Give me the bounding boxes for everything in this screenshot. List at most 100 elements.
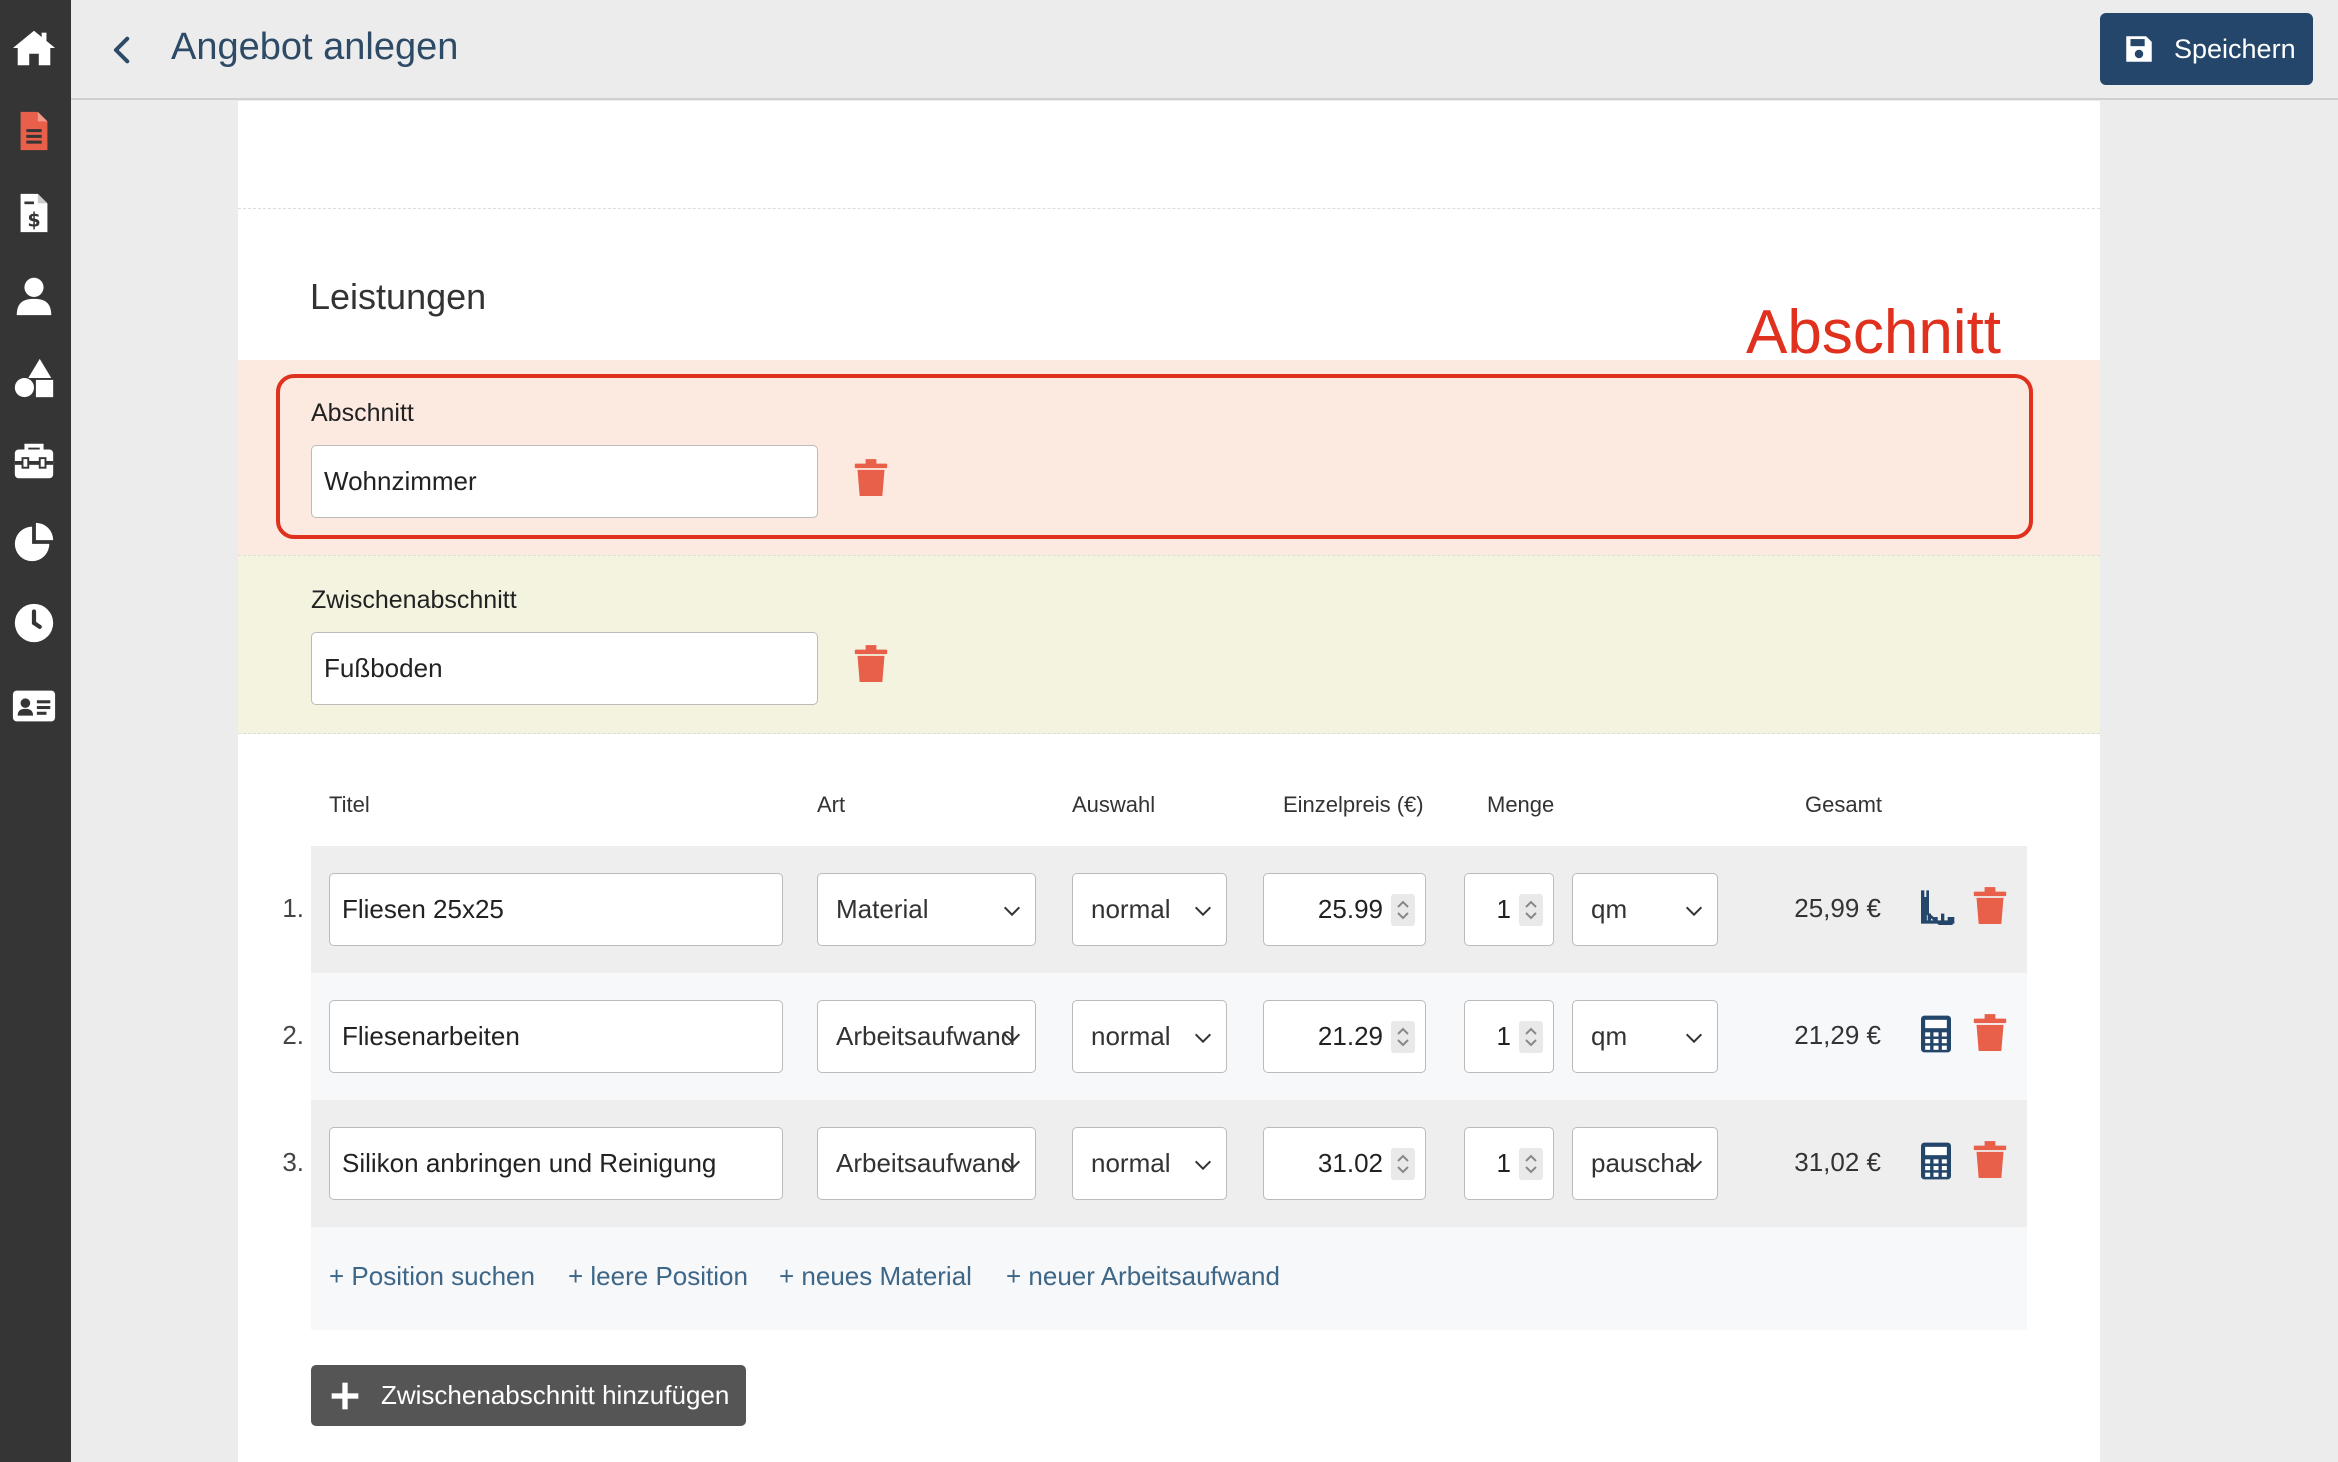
auswahl-select[interactable]: normal: [1072, 1127, 1227, 1200]
row-number: 3.: [282, 1147, 304, 1177]
top-header: Angebot anlegen Speichern: [71, 0, 2338, 100]
einzelpreis-input[interactable]: 25.99: [1263, 873, 1426, 946]
menge-input[interactable]: 1: [1464, 1000, 1554, 1073]
number-spinner[interactable]: [1391, 1148, 1415, 1180]
number-spinner[interactable]: [1519, 1021, 1543, 1053]
einzelpreis-value: 21.29: [1317, 1021, 1383, 1051]
auswahl-select-value: normal: [1091, 894, 1171, 924]
row-total: 31,02 €: [1794, 1147, 1881, 1177]
trash-icon[interactable]: [1972, 886, 2008, 926]
section-title: Leistungen: [310, 276, 487, 317]
divider: [238, 208, 2100, 209]
column-header-art: Art: [817, 792, 846, 817]
new-labor-link[interactable]: + neuer Arbeitsaufwand: [1006, 1261, 1280, 1292]
home-icon[interactable]: [8, 22, 60, 74]
einzelpreis-value: 31.02: [1317, 1148, 1383, 1178]
column-header-titel: Titel: [329, 792, 370, 817]
invoice-icon[interactable]: $: [8, 187, 60, 239]
auswahl-select-value: normal: [1091, 1021, 1171, 1051]
row-total: 25,99 €: [1794, 893, 1881, 923]
menge-value: 1: [1496, 1021, 1511, 1051]
menge-value: 1: [1496, 1148, 1511, 1178]
pie-chart-icon[interactable]: [8, 516, 60, 568]
back-button[interactable]: [99, 26, 147, 74]
trash-icon[interactable]: [1972, 1013, 2008, 1053]
row-number: 1.: [282, 893, 304, 923]
sidebar: $: [0, 0, 71, 1462]
number-spinner[interactable]: [1391, 1021, 1415, 1053]
unit-select-value: qm: [1591, 1021, 1628, 1051]
einzelpreis-input[interactable]: 21.29: [1263, 1000, 1426, 1073]
column-header-gesamt: Gesamt: [1805, 792, 1883, 817]
zwischenabschnitt-label: Zwischenabschnitt: [311, 586, 517, 614]
chevron-down-icon: [1685, 1033, 1703, 1044]
search-position-link[interactable]: + Position suchen: [329, 1261, 535, 1292]
art-select[interactable]: Arbeitsaufwand: [817, 1127, 1036, 1200]
calculator-icon[interactable]: [1916, 1014, 1956, 1054]
einzelpreis-value: 25.99: [1317, 894, 1383, 924]
number-spinner[interactable]: [1391, 894, 1415, 926]
annotation-label: Abschnitt: [1746, 298, 2002, 367]
unit-select[interactable]: qm: [1572, 1000, 1718, 1073]
column-header-auswahl: Auswahl: [1072, 792, 1156, 817]
save-button-label: Speichern: [2174, 33, 2296, 64]
chevron-down-icon: [1685, 1160, 1703, 1171]
column-header-einzelpreis: Einzelpreis (€): [1283, 792, 1424, 817]
menge-value: 1: [1496, 894, 1511, 924]
art-select-value: Arbeitsaufwand: [836, 1021, 1016, 1051]
main-card: Leistungen Abschnitt Abschnitt Wohnzimme…: [238, 101, 2100, 1462]
einzelpreis-input[interactable]: 31.02: [1263, 1127, 1426, 1200]
chevron-down-icon: [1194, 1033, 1212, 1044]
chevron-down-icon: [1003, 1160, 1021, 1171]
abschnitt-label: Abschnitt: [311, 399, 414, 427]
row-total: 21,29 €: [1794, 1020, 1881, 1050]
clock-icon[interactable]: [8, 597, 60, 649]
chevron-down-icon: [1685, 906, 1703, 917]
auswahl-select[interactable]: normal: [1072, 873, 1227, 946]
new-material-link[interactable]: + neues Material: [779, 1261, 972, 1292]
chevron-down-icon: [1003, 906, 1021, 917]
position-title-input[interactable]: Fliesen 25x25: [329, 873, 783, 946]
document-icon[interactable]: [8, 105, 60, 157]
ruler-icon[interactable]: [1916, 887, 1956, 927]
art-select[interactable]: Arbeitsaufwand: [817, 1000, 1036, 1073]
user-icon[interactable]: [8, 270, 60, 322]
row-number: 2.: [282, 1020, 304, 1050]
zwischenabschnitt-input[interactable]: Fußboden: [311, 632, 818, 705]
unit-select[interactable]: pauschal: [1572, 1127, 1718, 1200]
unit-select[interactable]: qm: [1572, 873, 1718, 946]
calculator-icon[interactable]: [1916, 1141, 1956, 1181]
plus-icon: [331, 1382, 359, 1409]
position-title-input[interactable]: Fliesenarbeiten: [329, 1000, 783, 1073]
art-select[interactable]: Material: [817, 873, 1036, 946]
shapes-icon[interactable]: [8, 352, 60, 404]
trash-icon[interactable]: [853, 644, 889, 684]
chevron-down-icon: [1194, 1160, 1212, 1171]
trash-icon[interactable]: [853, 458, 889, 498]
abschnitt-input[interactable]: Wohnzimmer: [311, 445, 818, 518]
art-select-value: Arbeitsaufwand: [836, 1148, 1016, 1178]
auswahl-select[interactable]: normal: [1072, 1000, 1227, 1073]
chevron-down-icon: [1194, 906, 1212, 917]
add-subsection-button[interactable]: Zwischenabschnitt hinzufügen: [311, 1365, 746, 1426]
toolbox-icon[interactable]: [8, 435, 60, 487]
position-title-input[interactable]: Silikon anbringen und Reinigung: [329, 1127, 783, 1200]
trash-icon[interactable]: [1972, 1140, 2008, 1180]
empty-position-link[interactable]: + leere Position: [568, 1261, 748, 1292]
menge-input[interactable]: 1: [1464, 873, 1554, 946]
save-button[interactable]: Speichern: [2100, 13, 2313, 85]
number-spinner[interactable]: [1519, 1148, 1543, 1180]
page-title: Angebot anlegen: [171, 26, 459, 68]
chevron-left-icon: [113, 36, 130, 64]
art-select-value: Material: [836, 894, 929, 924]
chevron-down-icon: [1003, 1033, 1021, 1044]
add-subsection-label: Zwischenabschnitt hinzufügen: [381, 1380, 730, 1410]
contact-card-icon[interactable]: [8, 680, 60, 732]
number-spinner[interactable]: [1519, 894, 1543, 926]
auswahl-select-value: normal: [1091, 1148, 1171, 1178]
column-header-menge: Menge: [1487, 792, 1555, 817]
floppy-disk-icon: [2126, 36, 2152, 62]
unit-select-value: pauschal: [1591, 1148, 1696, 1178]
svg-text:$: $: [27, 208, 40, 231]
menge-input[interactable]: 1: [1464, 1127, 1554, 1200]
